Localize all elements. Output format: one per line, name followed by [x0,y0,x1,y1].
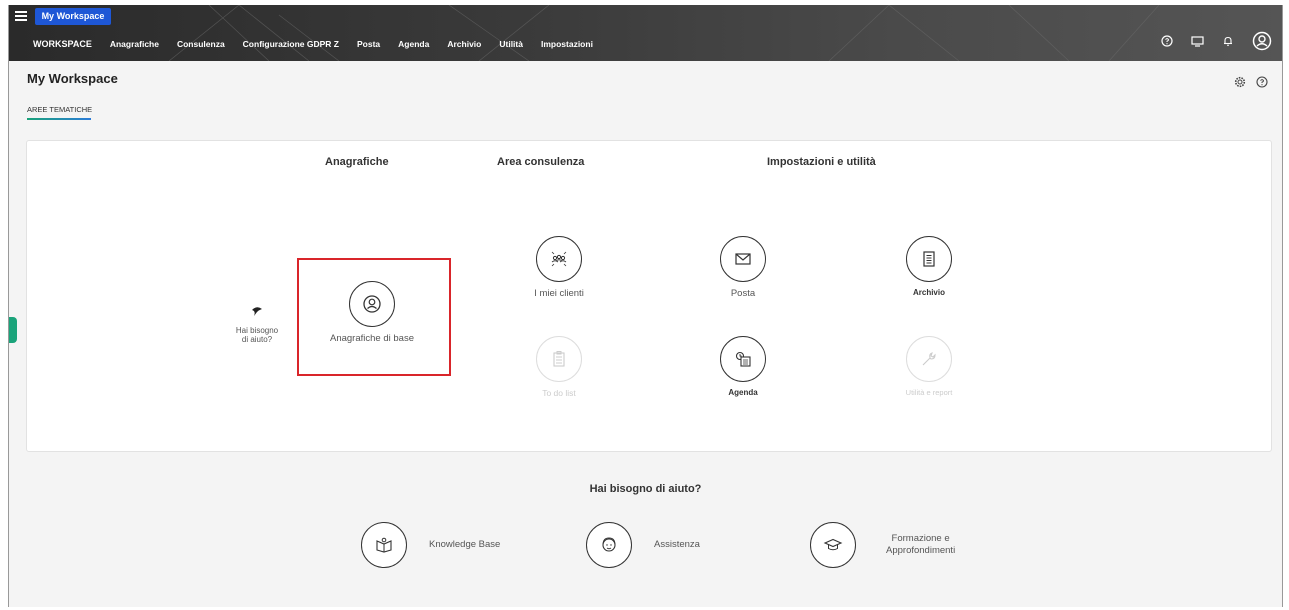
bell-icon[interactable] [1222,35,1234,47]
help-circle [361,522,407,568]
tile-label: Agenda [728,388,758,397]
headset-support-icon [602,537,616,552]
help-label: Knowledge Base [429,539,501,550]
help-label-line1: Formazione e [891,533,950,544]
help-circle-icon[interactable] [1161,35,1173,47]
support-logo-icon [252,307,262,316]
monitor-icon[interactable] [1191,35,1204,47]
nav-archivio[interactable]: Archivio [447,39,481,49]
graduation-cap-icon [823,538,843,551]
tile-utilita-report: Utilità e report [869,336,989,397]
help-circle-icon[interactable] [1256,75,1268,93]
hamburger-menu-icon[interactable] [15,11,27,21]
top-navigation-bar: My Workspace WORKSPACE Anagrafiche Consu… [9,5,1282,61]
tile-circle [720,336,766,382]
nav-anagrafiche[interactable]: Anagrafiche [110,39,159,49]
aree-tematiche-card: Anagrafiche Area consulenza Impostazioni… [26,140,1272,452]
column-heading-anagrafiche: Anagrafiche [325,156,389,168]
help-circle [586,522,632,568]
help-label-line2: Approfondimenti [886,545,956,556]
clipboard-list-icon [553,351,565,367]
help-section-title: Hai bisogno di aiuto? [589,483,702,495]
workspace-badge[interactable]: My Workspace [35,8,111,25]
tab-active-indicator [27,118,91,120]
tile-label: Posta [730,288,756,299]
nav-workspace[interactable]: WORKSPACE [33,39,92,49]
document-archive-icon [923,251,935,267]
user-circle-icon [363,295,381,313]
help-formazione[interactable]: Formazione e Approfondimenti [810,522,955,568]
nav-configurazione-gdpr[interactable]: Configurazione GDPR Z [243,39,339,49]
help-side-line2: di aiuto? [241,335,273,344]
tile-circle [349,281,395,327]
nav-impostazioni[interactable]: Impostazioni [541,39,593,49]
help-label: Assistenza [654,539,700,550]
side-panel-toggle[interactable] [9,317,17,343]
tile-posta[interactable]: Posta [683,236,803,299]
page-title: My Workspace [27,71,118,86]
tile-circle [536,336,582,382]
column-heading-area-consulenza: Area consulenza [497,156,585,168]
tile-anagrafiche-base[interactable]: Anagrafiche di base [312,281,432,344]
nav-consulenza[interactable]: Consulenza [177,39,225,49]
envelope-icon [735,253,751,265]
nav-posta[interactable]: Posta [357,39,380,49]
header-icons [1224,75,1268,93]
tile-label: I miei clienti [534,288,584,299]
tile-label: Archivio [912,288,945,297]
help-side-line1: Hai bisogno [235,326,279,335]
column-heading-impostazioni: Impostazioni e utilità [767,156,876,168]
tile-label: Anagrafiche di base [330,333,414,344]
help-side-link[interactable]: Hai bisogno di aiuto? [217,306,297,344]
clients-group-icon [551,251,567,267]
user-avatar-icon[interactable] [1252,31,1272,51]
help-label: Formazione e Approfondimenti [886,533,955,557]
help-circle [810,522,856,568]
top-icons [1143,31,1272,51]
app-frame: My Workspace WORKSPACE Anagrafiche Consu… [8,5,1283,607]
tools-icon [922,352,936,366]
nav-utilita[interactable]: Utilità [499,39,523,49]
tile-circle [720,236,766,282]
help-knowledge-base[interactable]: Knowledge Base [361,522,500,568]
tile-todo-list: To do list [499,336,619,398]
tile-label: Utilità e report [905,388,953,397]
main-nav: WORKSPACE Anagrafiche Consulenza Configu… [33,32,611,56]
tile-circle [536,236,582,282]
tile-circle [906,336,952,382]
tab-aree-tematiche[interactable]: AREE TEMATICHE [27,105,92,114]
tile-miei-clienti[interactable]: I miei clienti [499,236,619,299]
tile-label: To do list [542,388,576,398]
tile-archivio[interactable]: Archivio [869,236,989,297]
tile-circle [906,236,952,282]
agenda-calendar-icon [735,351,751,367]
settings-gear-icon[interactable] [1234,75,1246,93]
nav-agenda[interactable]: Agenda [398,39,429,49]
help-assistenza[interactable]: Assistenza [586,522,700,568]
open-book-icon [376,537,392,553]
tile-agenda[interactable]: Agenda [683,336,803,397]
